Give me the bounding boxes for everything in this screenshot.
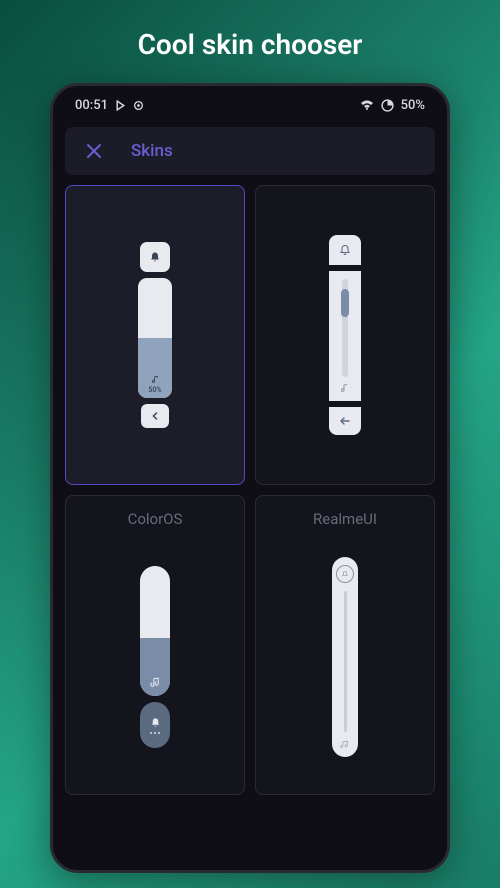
bell-icon [341, 570, 349, 578]
play-icon [115, 100, 126, 111]
volume-fill [140, 638, 170, 697]
slider-thumb [341, 289, 349, 317]
volume-slider [140, 566, 170, 696]
arrow-left-icon [339, 416, 351, 426]
status-left: 00:51 [75, 98, 144, 113]
promo-title: Cool skin chooser [0, 0, 500, 83]
skin-grid: 50% [53, 185, 447, 795]
skin-preview: 50% [138, 242, 172, 428]
status-time: 00:51 [75, 98, 108, 113]
close-icon [85, 142, 103, 160]
music-note-icon [340, 383, 350, 393]
status-right: 50% [360, 98, 425, 113]
phone-side-buttons [50, 266, 51, 316]
more-icon [150, 732, 160, 734]
slider-track [342, 279, 348, 377]
bell-button [329, 235, 361, 265]
skin-card-realmeui[interactable]: RealmeUI [255, 495, 435, 795]
skin-preview [140, 566, 170, 748]
music-note-icon [150, 677, 161, 688]
skin-preview [329, 235, 361, 435]
header-title: Skins [131, 141, 173, 161]
bell-icon [149, 251, 161, 263]
volume-pill [332, 557, 358, 757]
skin-name-label: RealmeUI [256, 510, 434, 528]
battery-icon [381, 99, 394, 112]
target-icon [133, 100, 144, 111]
skin-card-2[interactable] [255, 185, 435, 485]
chevron-left-icon [151, 411, 159, 421]
volume-percent: 50% [148, 386, 161, 394]
battery-text: 50% [401, 98, 425, 113]
skin-preview [332, 557, 358, 757]
bell-icon [150, 717, 161, 728]
status-bar: 00:51 50% [53, 86, 447, 121]
volume-slider: 50% [138, 278, 172, 398]
volume-slider [329, 271, 361, 401]
back-button [329, 407, 361, 435]
music-note-icon [151, 375, 160, 384]
slider-track [344, 591, 347, 732]
close-button[interactable] [85, 142, 103, 160]
volume-fill: 50% [138, 338, 172, 398]
skin-card-1[interactable]: 50% [65, 185, 245, 485]
music-note-icon [340, 740, 351, 749]
skin-name-label: ColorOS [66, 510, 244, 528]
header-bar: Skins [65, 127, 435, 175]
bottom-panel [140, 702, 170, 748]
bell-button [140, 242, 170, 272]
back-button [141, 404, 169, 428]
bell-button [336, 565, 354, 583]
phone-frame: 00:51 50% Skins [50, 83, 450, 873]
wifi-icon [360, 100, 374, 111]
bell-icon [339, 244, 351, 256]
skin-card-coloros[interactable]: ColorOS [65, 495, 245, 795]
